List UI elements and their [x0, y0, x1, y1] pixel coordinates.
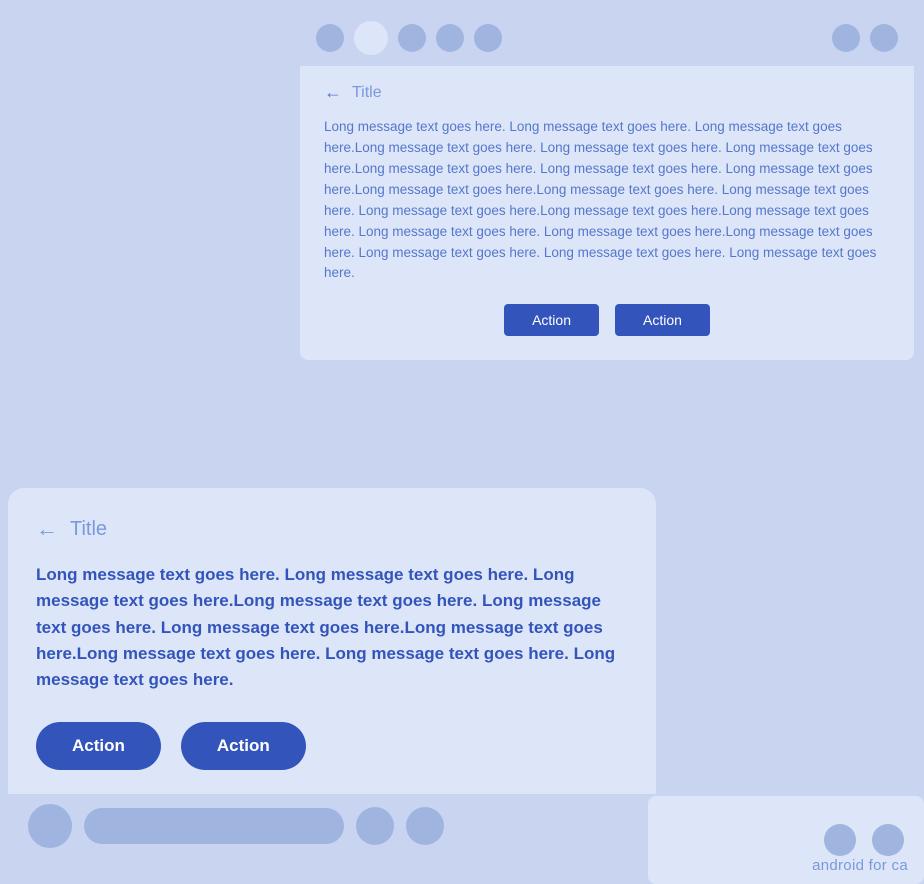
- mobile-bottom-bar: [8, 794, 656, 858]
- watermark: android for ca: [812, 857, 908, 874]
- topbar-dot-2: [354, 21, 388, 55]
- mobile-title: Title: [70, 518, 107, 541]
- mobile-titlebar: ← Title: [36, 516, 628, 542]
- topbar-dot-5: [474, 24, 502, 52]
- desktop-content: ← Title Long message text goes here. Lon…: [300, 66, 914, 360]
- desktop-titlebar: ← Title: [324, 82, 890, 103]
- mobile-bottom-pill: [84, 808, 344, 844]
- mobile-back-arrow[interactable]: ←: [36, 516, 58, 542]
- mobile-card: ← Title Long message text goes here. Lon…: [8, 488, 656, 858]
- desktop-topbar: [300, 10, 914, 66]
- topbar-dot-6: [832, 24, 860, 52]
- desktop-title: Title: [352, 84, 382, 102]
- desktop-card: ← Title Long message text goes here. Lon…: [300, 10, 914, 360]
- right-card-dot1: [824, 824, 856, 856]
- mobile-action2-button[interactable]: Action: [181, 722, 306, 770]
- desktop-body-text: Long message text goes here. Long messag…: [324, 117, 890, 284]
- mobile-action1-button[interactable]: Action: [36, 722, 161, 770]
- topbar-dot-4: [436, 24, 464, 52]
- right-card-dot2: [872, 824, 904, 856]
- mobile-bottom-dot3: [406, 807, 444, 845]
- topbar-dot-7: [870, 24, 898, 52]
- mobile-inner: ← Title Long message text goes here. Lon…: [8, 488, 656, 794]
- desktop-actions: Action Action: [324, 304, 890, 336]
- topbar-dot-3: [398, 24, 426, 52]
- topbar-dot-1: [316, 24, 344, 52]
- desktop-back-arrow[interactable]: ←: [324, 82, 342, 103]
- desktop-action1-button[interactable]: Action: [504, 304, 599, 336]
- mobile-bottom-dot2: [356, 807, 394, 845]
- mobile-actions: Action Action: [36, 722, 628, 770]
- mobile-bottom-dot: [28, 804, 72, 848]
- desktop-action2-button[interactable]: Action: [615, 304, 710, 336]
- mobile-body-text: Long message text goes here. Long messag…: [36, 562, 628, 694]
